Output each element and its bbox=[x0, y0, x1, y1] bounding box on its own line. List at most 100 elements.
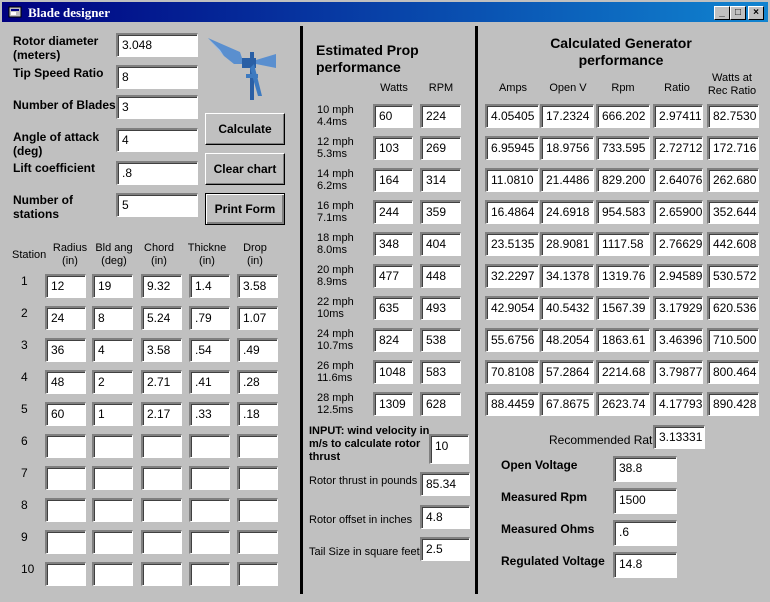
station-drop-field[interactable] bbox=[237, 498, 278, 522]
station-number: 8 bbox=[21, 498, 28, 512]
station-radius-field[interactable] bbox=[45, 498, 86, 522]
station-chord-field[interactable]: 2.71 bbox=[141, 370, 182, 394]
lift-coefficient-input[interactable]: .8 bbox=[116, 161, 198, 185]
station-chord-field[interactable] bbox=[141, 434, 182, 458]
clear-chart-button[interactable]: Clear chart bbox=[205, 153, 285, 185]
station-thick-field[interactable] bbox=[189, 562, 230, 586]
station-radius-field[interactable] bbox=[45, 434, 86, 458]
station-number: 3 bbox=[21, 338, 28, 352]
station-number: 7 bbox=[21, 466, 28, 480]
prop-wind-mph: 20 mph bbox=[317, 264, 354, 276]
station-bld-ang-field[interactable]: 19 bbox=[92, 274, 133, 298]
prop-wind-ms: 10.7ms bbox=[317, 340, 354, 352]
prop-rpm-field: 493 bbox=[420, 296, 461, 320]
station-drop-field[interactable]: .18 bbox=[237, 402, 278, 426]
prop-wind-ms: 8.9ms bbox=[317, 276, 347, 288]
rotor-diameter-input[interactable]: 3.048 bbox=[116, 33, 198, 57]
gen-openv-field: 48.2054 bbox=[540, 328, 594, 352]
prop-wind-mph: 10 mph bbox=[317, 104, 354, 116]
measured-rpm-input[interactable]: 1500 bbox=[613, 488, 677, 514]
station-radius-field[interactable]: 60 bbox=[45, 402, 86, 426]
station-bld-ang-field[interactable]: 8 bbox=[92, 306, 133, 330]
prop-wind-ms: 5.3ms bbox=[317, 148, 347, 160]
prop-wind-mph: 18 mph bbox=[317, 232, 354, 244]
angle-of-attack-input[interactable]: 4 bbox=[116, 128, 198, 152]
station-bld-ang-field[interactable]: 4 bbox=[92, 338, 133, 362]
gen-rpm-field: 2623.74 bbox=[596, 392, 650, 416]
station-radius-field[interactable] bbox=[45, 466, 86, 490]
station-chord-field[interactable]: 5.24 bbox=[141, 306, 182, 330]
station-radius-field[interactable] bbox=[45, 562, 86, 586]
station-thick-field[interactable] bbox=[189, 466, 230, 490]
station-drop-field[interactable] bbox=[237, 434, 278, 458]
close-button[interactable]: × bbox=[748, 6, 764, 20]
station-chord-field[interactable] bbox=[141, 466, 182, 490]
station-bld-ang-field[interactable] bbox=[92, 530, 133, 554]
station-thick-field[interactable]: 1.4 bbox=[189, 274, 230, 298]
rotor-thrust-output: 85.34 bbox=[420, 472, 470, 496]
station-chord-field[interactable]: 2.17 bbox=[141, 402, 182, 426]
station-drop-field[interactable] bbox=[237, 466, 278, 490]
gen-watts-field: 82.7530 bbox=[707, 104, 759, 128]
station-thick-field[interactable]: .41 bbox=[189, 370, 230, 394]
station-drop-field[interactable] bbox=[237, 562, 278, 586]
maximize-button[interactable]: □ bbox=[730, 6, 746, 20]
gen-amps-field: 70.8108 bbox=[485, 360, 539, 384]
regulated-voltage-input[interactable]: 14.8 bbox=[613, 552, 677, 578]
gen-amps-field: 11.0810 bbox=[485, 168, 539, 192]
station-drop-field[interactable]: 1.07 bbox=[237, 306, 278, 330]
station-thick-field[interactable] bbox=[189, 498, 230, 522]
open-voltage-label: Open Voltage bbox=[501, 458, 578, 472]
gen-amps-field: 55.6756 bbox=[485, 328, 539, 352]
station-thick-field[interactable] bbox=[189, 530, 230, 554]
station-number: 4 bbox=[21, 370, 28, 384]
station-bld-ang-field[interactable] bbox=[92, 466, 133, 490]
station-radius-field[interactable]: 24 bbox=[45, 306, 86, 330]
station-bld-ang-field[interactable] bbox=[92, 434, 133, 458]
title-bar[interactable]: Blade designer _ □ × bbox=[2, 2, 768, 22]
station-chord-field[interactable]: 9.32 bbox=[141, 274, 182, 298]
number-of-stations-input[interactable]: 5 bbox=[116, 193, 198, 217]
station-drop-field[interactable]: 3.58 bbox=[237, 274, 278, 298]
station-radius-field[interactable]: 12 bbox=[45, 274, 86, 298]
prop-rpm-field: 269 bbox=[420, 136, 461, 160]
open-voltage-input[interactable]: 38.8 bbox=[613, 456, 677, 482]
station-drop-field[interactable]: .49 bbox=[237, 338, 278, 362]
station-drop-field[interactable] bbox=[237, 530, 278, 554]
station-bld-ang-field[interactable] bbox=[92, 562, 133, 586]
gen-amps-field: 88.4459 bbox=[485, 392, 539, 416]
measured-ohms-input[interactable]: .6 bbox=[613, 520, 677, 546]
calculate-button[interactable]: Calculate bbox=[205, 113, 285, 145]
prop-watts-field: 60 bbox=[373, 104, 413, 128]
station-bld-ang-field[interactable]: 1 bbox=[92, 402, 133, 426]
station-chord-field[interactable] bbox=[141, 562, 182, 586]
gen-rpm-field: 829.200 bbox=[596, 168, 650, 192]
wind-velocity-input[interactable]: 10 bbox=[429, 434, 469, 464]
station-thick-field[interactable] bbox=[189, 434, 230, 458]
station-thick-field[interactable]: .79 bbox=[189, 306, 230, 330]
station-chord-field[interactable] bbox=[141, 530, 182, 554]
gen-ratio-field: 2.94589 bbox=[653, 264, 703, 288]
gen-ratio-field: 3.17929 bbox=[653, 296, 703, 320]
prop-watts-field: 164 bbox=[373, 168, 413, 192]
tip-speed-ratio-label: Tip Speed Ratio bbox=[13, 66, 104, 80]
station-radius-field[interactable] bbox=[45, 530, 86, 554]
station-chord-field[interactable] bbox=[141, 498, 182, 522]
station-radius-field[interactable]: 48 bbox=[45, 370, 86, 394]
station-radius-field[interactable]: 36 bbox=[45, 338, 86, 362]
print-form-button[interactable]: Print Form bbox=[205, 193, 285, 225]
rotor-thrust-label: Rotor thrust in pounds bbox=[309, 475, 418, 487]
station-number: 2 bbox=[21, 306, 28, 320]
gen-openv-field: 57.2864 bbox=[540, 360, 594, 384]
number-of-blades-input[interactable]: 3 bbox=[116, 95, 198, 119]
station-bld-ang-field[interactable] bbox=[92, 498, 133, 522]
prop-watts-field: 244 bbox=[373, 200, 413, 224]
station-bld-ang-field[interactable]: 2 bbox=[92, 370, 133, 394]
tip-speed-ratio-input[interactable]: 8 bbox=[116, 65, 198, 89]
station-thick-field[interactable]: .54 bbox=[189, 338, 230, 362]
minimize-button[interactable]: _ bbox=[714, 6, 730, 20]
station-thick-field[interactable]: .33 bbox=[189, 402, 230, 426]
station-drop-field[interactable]: .28 bbox=[237, 370, 278, 394]
gen-ratio-field: 2.72712 bbox=[653, 136, 703, 160]
station-chord-field[interactable]: 3.58 bbox=[141, 338, 182, 362]
